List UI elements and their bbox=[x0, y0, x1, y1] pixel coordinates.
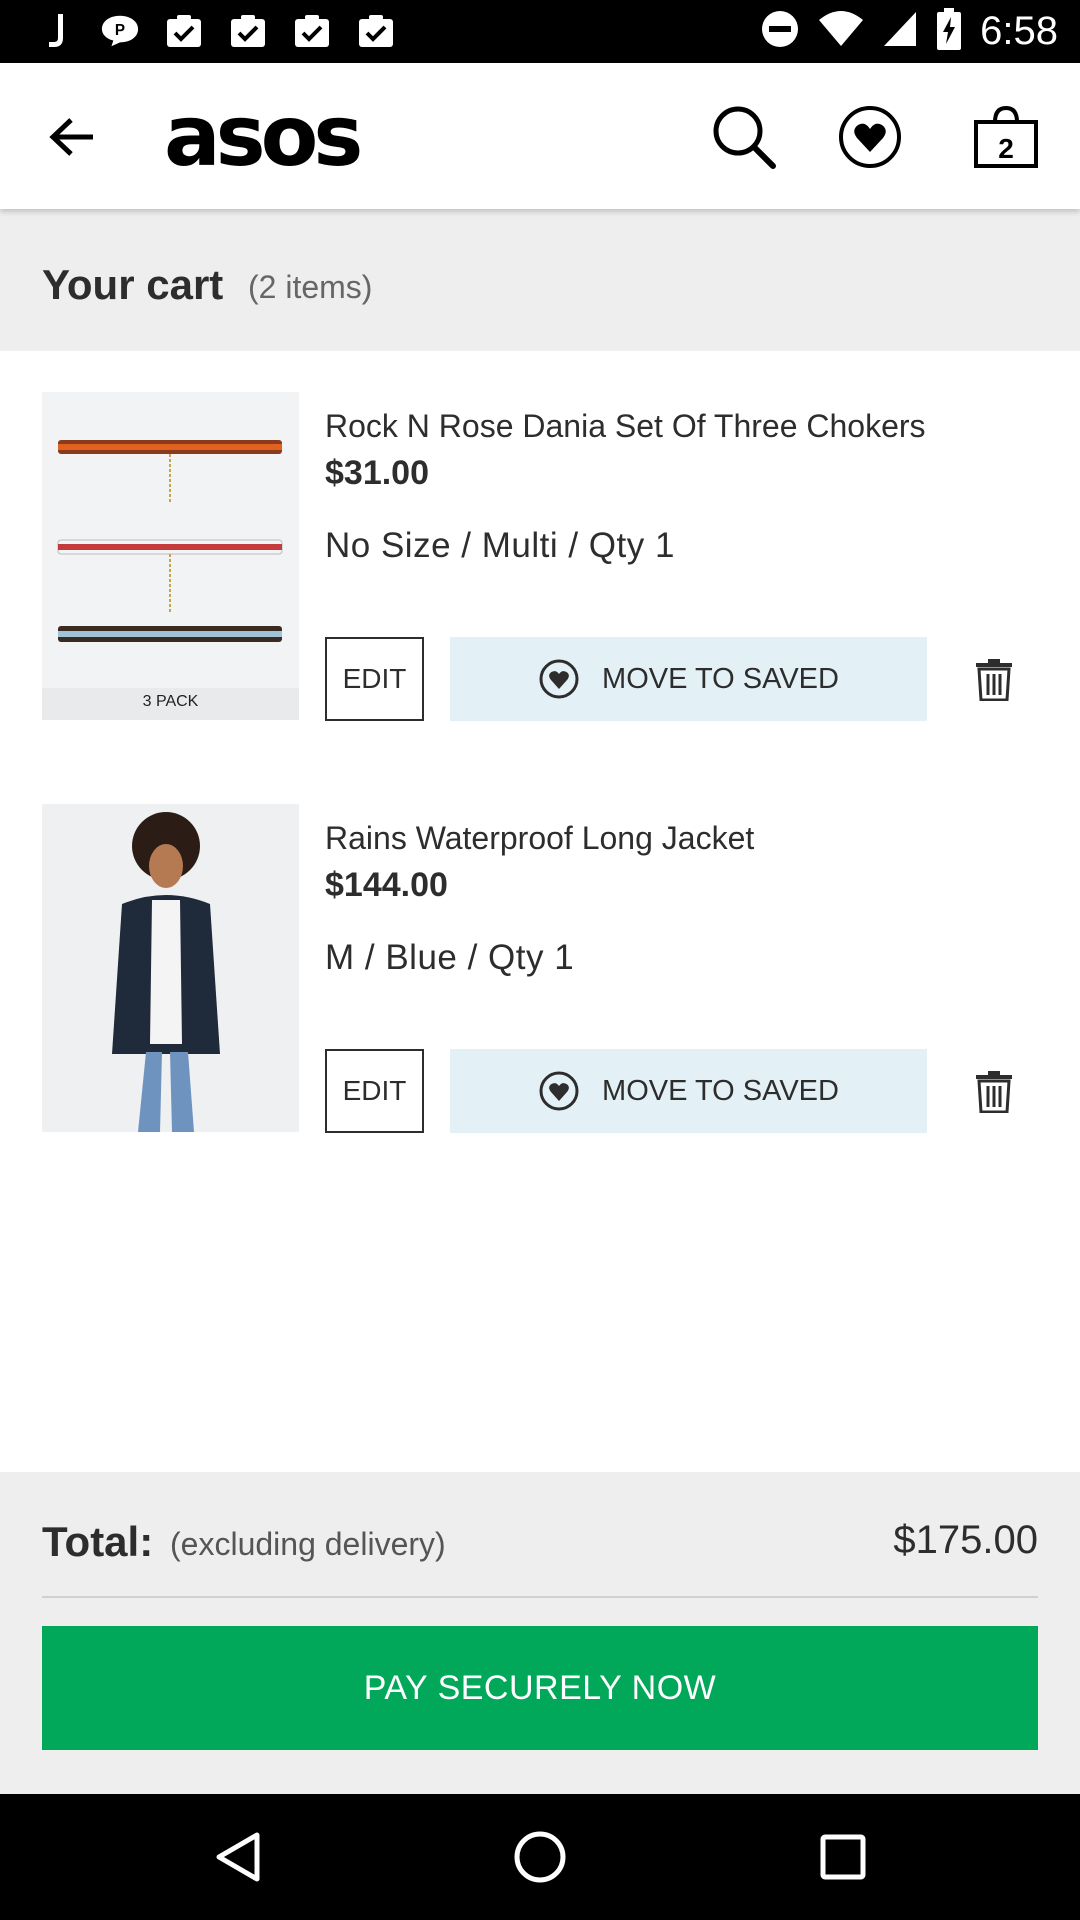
status-time: 6:58 bbox=[980, 8, 1058, 53]
heart-icon bbox=[839, 106, 901, 168]
svg-text:P: P bbox=[115, 22, 125, 39]
edit-button[interactable]: EDIT bbox=[325, 1049, 424, 1133]
android-nav-bar bbox=[0, 1794, 1080, 1920]
item-variant: No Size / Multi / Qty 1 bbox=[325, 526, 675, 565]
delete-button[interactable] bbox=[968, 652, 1020, 708]
move-to-saved-label: MOVE TO SAVED bbox=[602, 1074, 839, 1107]
bag-button[interactable]: 2 bbox=[968, 99, 1044, 175]
total-label: Total: bbox=[42, 1518, 154, 1565]
item-variant: M / Blue / Qty 1 bbox=[325, 938, 575, 977]
delete-button[interactable] bbox=[968, 1064, 1020, 1120]
item-price: $144.00 bbox=[325, 866, 448, 904]
search-icon bbox=[713, 106, 776, 169]
cart-item: 3 PACK Rock N Rose Dania Set Of Three Ch… bbox=[0, 392, 1080, 722]
item-name[interactable]: Rock N Rose Dania Set Of Three Chokers bbox=[325, 408, 926, 445]
wifi-icon bbox=[818, 10, 864, 53]
chokers-image bbox=[42, 392, 299, 720]
nav-home-button[interactable] bbox=[505, 1822, 575, 1892]
product-image[interactable] bbox=[42, 804, 299, 1132]
back-button[interactable] bbox=[44, 109, 100, 165]
nav-recents-button[interactable] bbox=[808, 1822, 878, 1892]
page-title: Your cart bbox=[42, 261, 224, 308]
nav-back-icon bbox=[216, 1832, 260, 1882]
search-button[interactable] bbox=[706, 99, 782, 175]
bag-count-badge: 2 bbox=[998, 133, 1014, 164]
asos-logo[interactable]: asos bbox=[164, 87, 363, 185]
cart-item-count: (2 items) bbox=[248, 269, 373, 305]
battery-charging-icon bbox=[936, 7, 962, 55]
system-status: 6:58 bbox=[760, 7, 1058, 55]
clipboard-check-icon bbox=[164, 12, 204, 50]
cell-signal-icon bbox=[882, 10, 918, 53]
do-not-disturb-icon bbox=[760, 9, 800, 54]
back-arrow-icon bbox=[49, 118, 93, 156]
trash-icon bbox=[976, 659, 1012, 701]
move-to-saved-label: MOVE TO SAVED bbox=[602, 662, 839, 695]
clipboard-check-icon bbox=[228, 12, 268, 50]
heart-icon bbox=[539, 659, 579, 699]
divider bbox=[42, 1596, 1038, 1598]
pay-securely-button[interactable]: PAY SECURELY NOW bbox=[42, 1626, 1038, 1750]
app-header: asos 2 bbox=[0, 63, 1080, 209]
cart-heading: Your cart (2 items) bbox=[0, 209, 1080, 351]
nav-home-icon bbox=[514, 1831, 566, 1883]
move-to-saved-button[interactable]: MOVE TO SAVED bbox=[450, 637, 927, 721]
item-price: $31.00 bbox=[325, 454, 429, 492]
status-bar: P 6:58 bbox=[0, 0, 1080, 63]
clipboard-check-icon bbox=[356, 12, 396, 50]
product-image[interactable]: 3 PACK bbox=[42, 392, 299, 720]
chat-icon: P bbox=[100, 12, 140, 50]
cart-footer: Total: (excluding delivery) $175.00 PAY … bbox=[0, 1472, 1080, 1794]
saved-items-button[interactable] bbox=[832, 99, 908, 175]
jacket-model-image bbox=[42, 804, 299, 1132]
image-caption: 3 PACK bbox=[142, 693, 199, 710]
notification-icons: P bbox=[36, 12, 396, 50]
heart-icon bbox=[539, 1071, 579, 1111]
nav-back-button[interactable] bbox=[202, 1822, 272, 1892]
trash-icon bbox=[976, 1071, 1012, 1113]
clipboard-check-icon bbox=[292, 12, 332, 50]
nav-recents-icon bbox=[820, 1834, 866, 1880]
edit-button[interactable]: EDIT bbox=[325, 637, 424, 721]
item-name[interactable]: Rains Waterproof Long Jacket bbox=[325, 820, 754, 857]
move-to-saved-button[interactable]: MOVE TO SAVED bbox=[450, 1049, 927, 1133]
j-app-icon bbox=[36, 12, 76, 50]
total-note: (excluding delivery) bbox=[170, 1526, 446, 1562]
cart-item: Rains Waterproof Long Jacket $144.00 M /… bbox=[0, 804, 1080, 1134]
total-value: $175.00 bbox=[893, 1518, 1038, 1562]
